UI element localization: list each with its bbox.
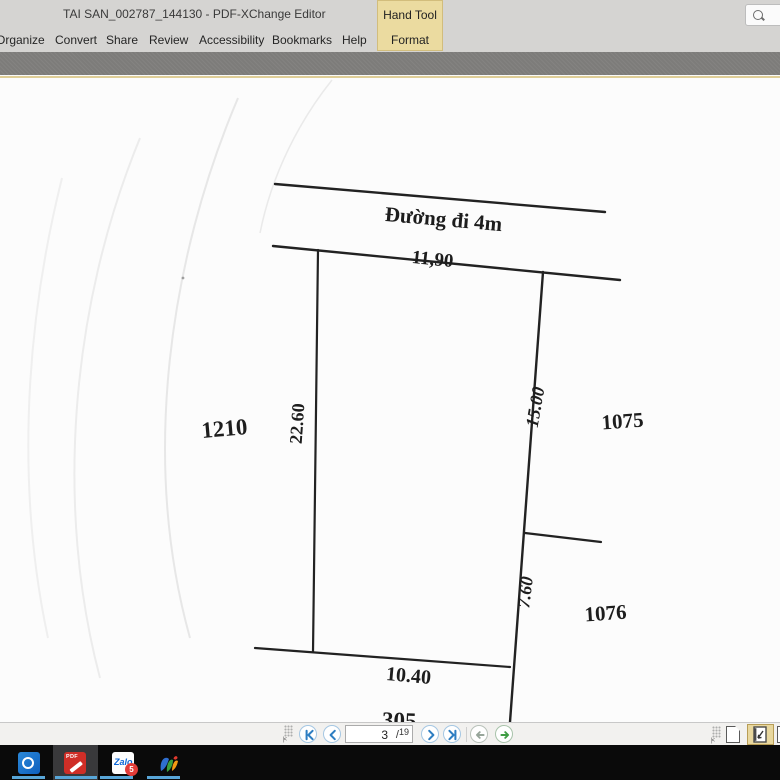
fit-page-icon [748, 725, 773, 744]
forward-arrow-icon [499, 729, 511, 741]
next-page-button[interactable] [421, 725, 439, 743]
nav-toolbar-drag-handle[interactable] [284, 725, 293, 737]
road-label: Đường đi 4m [384, 202, 504, 236]
notification-badge: 5 [125, 763, 138, 776]
scan-speck [182, 277, 185, 280]
next-page-icon [425, 729, 437, 741]
parcel-1210-label: 1210 [200, 414, 248, 443]
format-tab-label[interactable]: Format [378, 33, 442, 47]
previous-view-button[interactable] [470, 725, 488, 743]
collapse-toolbar-icon[interactable]: |< [283, 737, 286, 743]
scan-artifact-arc [165, 98, 238, 638]
misa-logo-petals [157, 752, 179, 774]
first-page-icon [303, 729, 315, 741]
screen: { "window": { "title": "TAI SAN_002787_1… [0, 0, 780, 780]
parcel-bottom-boundary [255, 648, 510, 667]
page-total: /19 [396, 727, 409, 741]
dim-top-label: 11,90 [411, 247, 455, 272]
document-page[interactable]: Đường đi 4m 11,90 22.60 15.00 7.60 1210 … [0, 78, 780, 722]
page-number-input[interactable] [346, 726, 390, 744]
page-number-box: /19 [345, 725, 413, 743]
ribbon-band [0, 52, 780, 75]
pdf-pencil-glyph [69, 761, 82, 772]
parcel-1075-label: 1075 [601, 408, 645, 435]
hand-tool-label[interactable]: Hand Tool [378, 8, 442, 22]
menu-accessibility[interactable]: Accessibility [199, 33, 264, 47]
collapse-view-toolbar-icon[interactable]: |< [711, 738, 714, 744]
misa-icon[interactable] [157, 752, 179, 774]
last-page-button[interactable] [443, 725, 461, 743]
cadastral-diagram: Đường đi 4m 11,90 22.60 15.00 7.60 1210 … [0, 78, 780, 722]
menu-help[interactable]: Help [342, 33, 367, 47]
last-page-icon [447, 729, 459, 741]
search-icon [753, 10, 763, 20]
parcel-left-boundary [313, 250, 318, 652]
dim-bottom-label: 10.40 [385, 663, 432, 689]
pdf-running-indicator [55, 776, 97, 779]
pdf-icon-label: PDF [66, 754, 78, 760]
menu-bookmarks[interactable]: Bookmarks [272, 33, 332, 47]
active-tool-tab[interactable]: Hand Tool Format [377, 0, 443, 51]
pdf-xchange-icon[interactable]: PDF [64, 752, 86, 774]
search-input[interactable] [745, 4, 780, 26]
outlook-running-indicator [12, 776, 45, 779]
single-page-view-button[interactable] [726, 726, 740, 743]
previous-page-icon [327, 729, 339, 741]
next-view-button[interactable] [495, 725, 513, 743]
menu-organize[interactable]: Organize [0, 33, 45, 47]
outlook-icon[interactable] [18, 752, 40, 774]
scan-artifact-arc [74, 138, 140, 678]
zalo-icon[interactable]: Zalo 5 [112, 752, 134, 774]
parcel-1076-label: 1076 [584, 600, 628, 627]
status-bar: |< /19 |< [0, 722, 780, 745]
dim-left-label: 22.60 [286, 403, 309, 445]
outlook-o-ring [22, 757, 34, 769]
menu-convert[interactable]: Convert [55, 33, 97, 47]
misa-running-indicator [147, 776, 180, 779]
parcel-right-boundary [510, 272, 543, 722]
neighbor-division-tick [525, 533, 601, 542]
window-title: TAI SAN_002787_144130 - PDF-XChange Edit… [63, 7, 326, 21]
parcel-bottom-label: 305 [382, 707, 417, 722]
dim-right-lower-label: 7.60 [513, 575, 537, 609]
menu-review[interactable]: Review [149, 33, 188, 47]
page-fold [735, 726, 740, 731]
back-arrow-icon [474, 729, 486, 741]
scan-artifact-arc [28, 178, 62, 638]
toolbar-separator [466, 727, 467, 742]
first-page-button[interactable] [299, 725, 317, 743]
menu-share[interactable]: Share [106, 33, 138, 47]
previous-page-button[interactable] [323, 725, 341, 743]
fit-page-view-button-selected[interactable] [747, 724, 774, 745]
taskbar: PDF Zalo 5 [0, 745, 780, 780]
titlebar: TAI SAN_002787_144130 - PDF-XChange Edit… [0, 0, 780, 52]
dim-right-upper-label: 15.00 [522, 385, 549, 428]
zalo-running-indicator [100, 776, 133, 779]
scan-artifact-arc [260, 80, 332, 233]
view-toolbar-drag-handle[interactable] [712, 726, 721, 738]
